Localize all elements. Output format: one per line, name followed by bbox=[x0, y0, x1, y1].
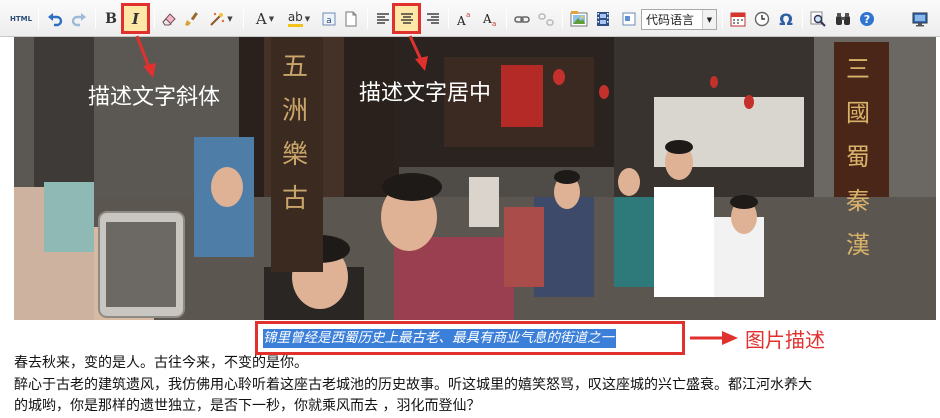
bold-button[interactable]: B bbox=[103, 9, 119, 29]
italic-label: I bbox=[131, 10, 140, 28]
insert-code-button[interactable] bbox=[620, 9, 638, 29]
magnifier-icon bbox=[810, 11, 826, 27]
italic-button[interactable]: I bbox=[124, 9, 147, 29]
insert-video-button[interactable] bbox=[594, 9, 612, 29]
subscript-button[interactable]: Aa bbox=[481, 9, 499, 29]
magic-wand-button[interactable]: ▼ bbox=[206, 9, 236, 29]
image-icon bbox=[570, 11, 588, 27]
svg-text:a: a bbox=[492, 20, 496, 27]
insert-image-button[interactable] bbox=[569, 9, 589, 29]
fullscreen-button[interactable] bbox=[910, 9, 930, 29]
clock-icon bbox=[754, 11, 770, 27]
eraser-icon bbox=[162, 13, 176, 26]
format-painter-button[interactable] bbox=[183, 9, 201, 29]
blank-page-button[interactable] bbox=[342, 9, 360, 29]
undo-icon bbox=[48, 13, 63, 27]
magic-wand-icon bbox=[210, 12, 225, 26]
help-icon: ? bbox=[860, 12, 874, 26]
right-banner-calligraphy: 三國蜀秦漢 bbox=[846, 55, 870, 259]
html-source-button[interactable]: HTML bbox=[10, 9, 32, 29]
font-color-button[interactable]: A ▼ bbox=[250, 9, 280, 29]
svg-text:A: A bbox=[482, 12, 492, 26]
film-icon bbox=[597, 12, 609, 26]
help-button[interactable]: ? bbox=[858, 9, 876, 29]
code-block-icon bbox=[622, 12, 636, 26]
binoculars-icon bbox=[836, 13, 850, 25]
superscript-icon: Aa bbox=[456, 11, 470, 27]
superscript-button[interactable]: Aa bbox=[455, 9, 473, 29]
code-inline-button[interactable]: a bbox=[320, 9, 338, 29]
image-caption-box[interactable]: 锦里曾经是西蜀历史上最古老、最具有商业气息的街道之一 bbox=[255, 321, 685, 355]
left-banner-calligraphy: 五洲樂古 bbox=[282, 52, 309, 214]
omega-label: Ω bbox=[779, 9, 793, 29]
article-paragraph-2-line-2[interactable]: 的城哟，你是那样的遗世独立，是否下一秒，你就乘风而去 ，羽化而登仙？ bbox=[14, 396, 480, 416]
remove-link-button[interactable] bbox=[537, 9, 555, 29]
editor-toolbar: HTML B I ▼ A ▼ ab ▼ a A a A a 代码语言 ▼ Ω ? bbox=[0, 0, 940, 37]
code-icon: a bbox=[322, 12, 336, 26]
align-left-button[interactable] bbox=[374, 9, 392, 29]
code-language-value: 代码语言 bbox=[646, 13, 695, 27]
html-source-label: HTML bbox=[9, 15, 33, 23]
subscript-icon: Aa bbox=[482, 12, 496, 27]
page-icon bbox=[345, 11, 357, 27]
highlight-color-label: ab bbox=[287, 11, 303, 27]
svg-text:A: A bbox=[456, 14, 466, 27]
svg-text:?: ? bbox=[864, 13, 870, 26]
article-paragraph-2-line-1[interactable]: 醉心于古老的建筑遗风，我仿佛用心聆听着这座古老城池的历史故事。听这城里的嬉笑怒骂… bbox=[14, 375, 812, 395]
link-icon bbox=[514, 16, 530, 23]
insert-date-button[interactable] bbox=[729, 9, 747, 29]
align-left-icon bbox=[377, 13, 389, 24]
select-chevron-down-icon[interactable]: ▼ bbox=[702, 10, 716, 29]
center-annotation-text: 描述文字居中 bbox=[359, 81, 492, 106]
image-caption-text[interactable]: 锦里曾经是西蜀历史上最古老、最具有商业气息的街道之一 bbox=[263, 329, 616, 348]
bold-label: B bbox=[105, 11, 117, 27]
highlight-color-button[interactable]: ab ▼ bbox=[283, 9, 315, 29]
article-paragraph-1[interactable]: 春去秋来，变的是人。古往今来，不变的是你。 bbox=[14, 353, 308, 373]
undo-button[interactable] bbox=[46, 9, 64, 29]
code-language-select[interactable]: 代码语言 ▼ bbox=[641, 9, 717, 30]
align-right-icon bbox=[427, 13, 439, 24]
calendar-icon bbox=[730, 12, 746, 27]
find-replace-button[interactable] bbox=[834, 9, 852, 29]
insert-time-button[interactable] bbox=[753, 9, 771, 29]
monitor-icon bbox=[912, 12, 928, 27]
svg-text:a: a bbox=[326, 16, 332, 26]
insert-link-button[interactable] bbox=[513, 9, 531, 29]
font-color-dropdown-icon[interactable]: ▼ bbox=[269, 15, 274, 23]
align-center-button[interactable] bbox=[396, 9, 417, 29]
special-char-button[interactable]: Ω bbox=[777, 9, 795, 29]
font-color-label: A bbox=[255, 10, 267, 28]
svg-text:a: a bbox=[466, 11, 470, 19]
street-photo[interactable]: 五洲樂古 三國蜀秦漢 描述文字斜体 描述文字居中 bbox=[14, 37, 936, 320]
align-right-button[interactable] bbox=[424, 9, 442, 29]
redo-button[interactable] bbox=[70, 9, 88, 29]
preview-button[interactable] bbox=[809, 9, 827, 29]
italic-annotation-text: 描述文字斜体 bbox=[88, 85, 221, 110]
magic-wand-dropdown-icon[interactable]: ▼ bbox=[227, 15, 232, 23]
caption-arrow-icon bbox=[690, 331, 738, 345]
eraser-button[interactable] bbox=[160, 9, 178, 29]
redo-icon bbox=[71, 13, 86, 27]
highlight-dropdown-icon[interactable]: ▼ bbox=[305, 15, 310, 23]
caption-annotation-text: 图片描述 bbox=[745, 328, 825, 352]
align-center-icon bbox=[400, 13, 413, 24]
unlink-icon bbox=[538, 13, 554, 26]
brush-icon bbox=[185, 12, 198, 26]
